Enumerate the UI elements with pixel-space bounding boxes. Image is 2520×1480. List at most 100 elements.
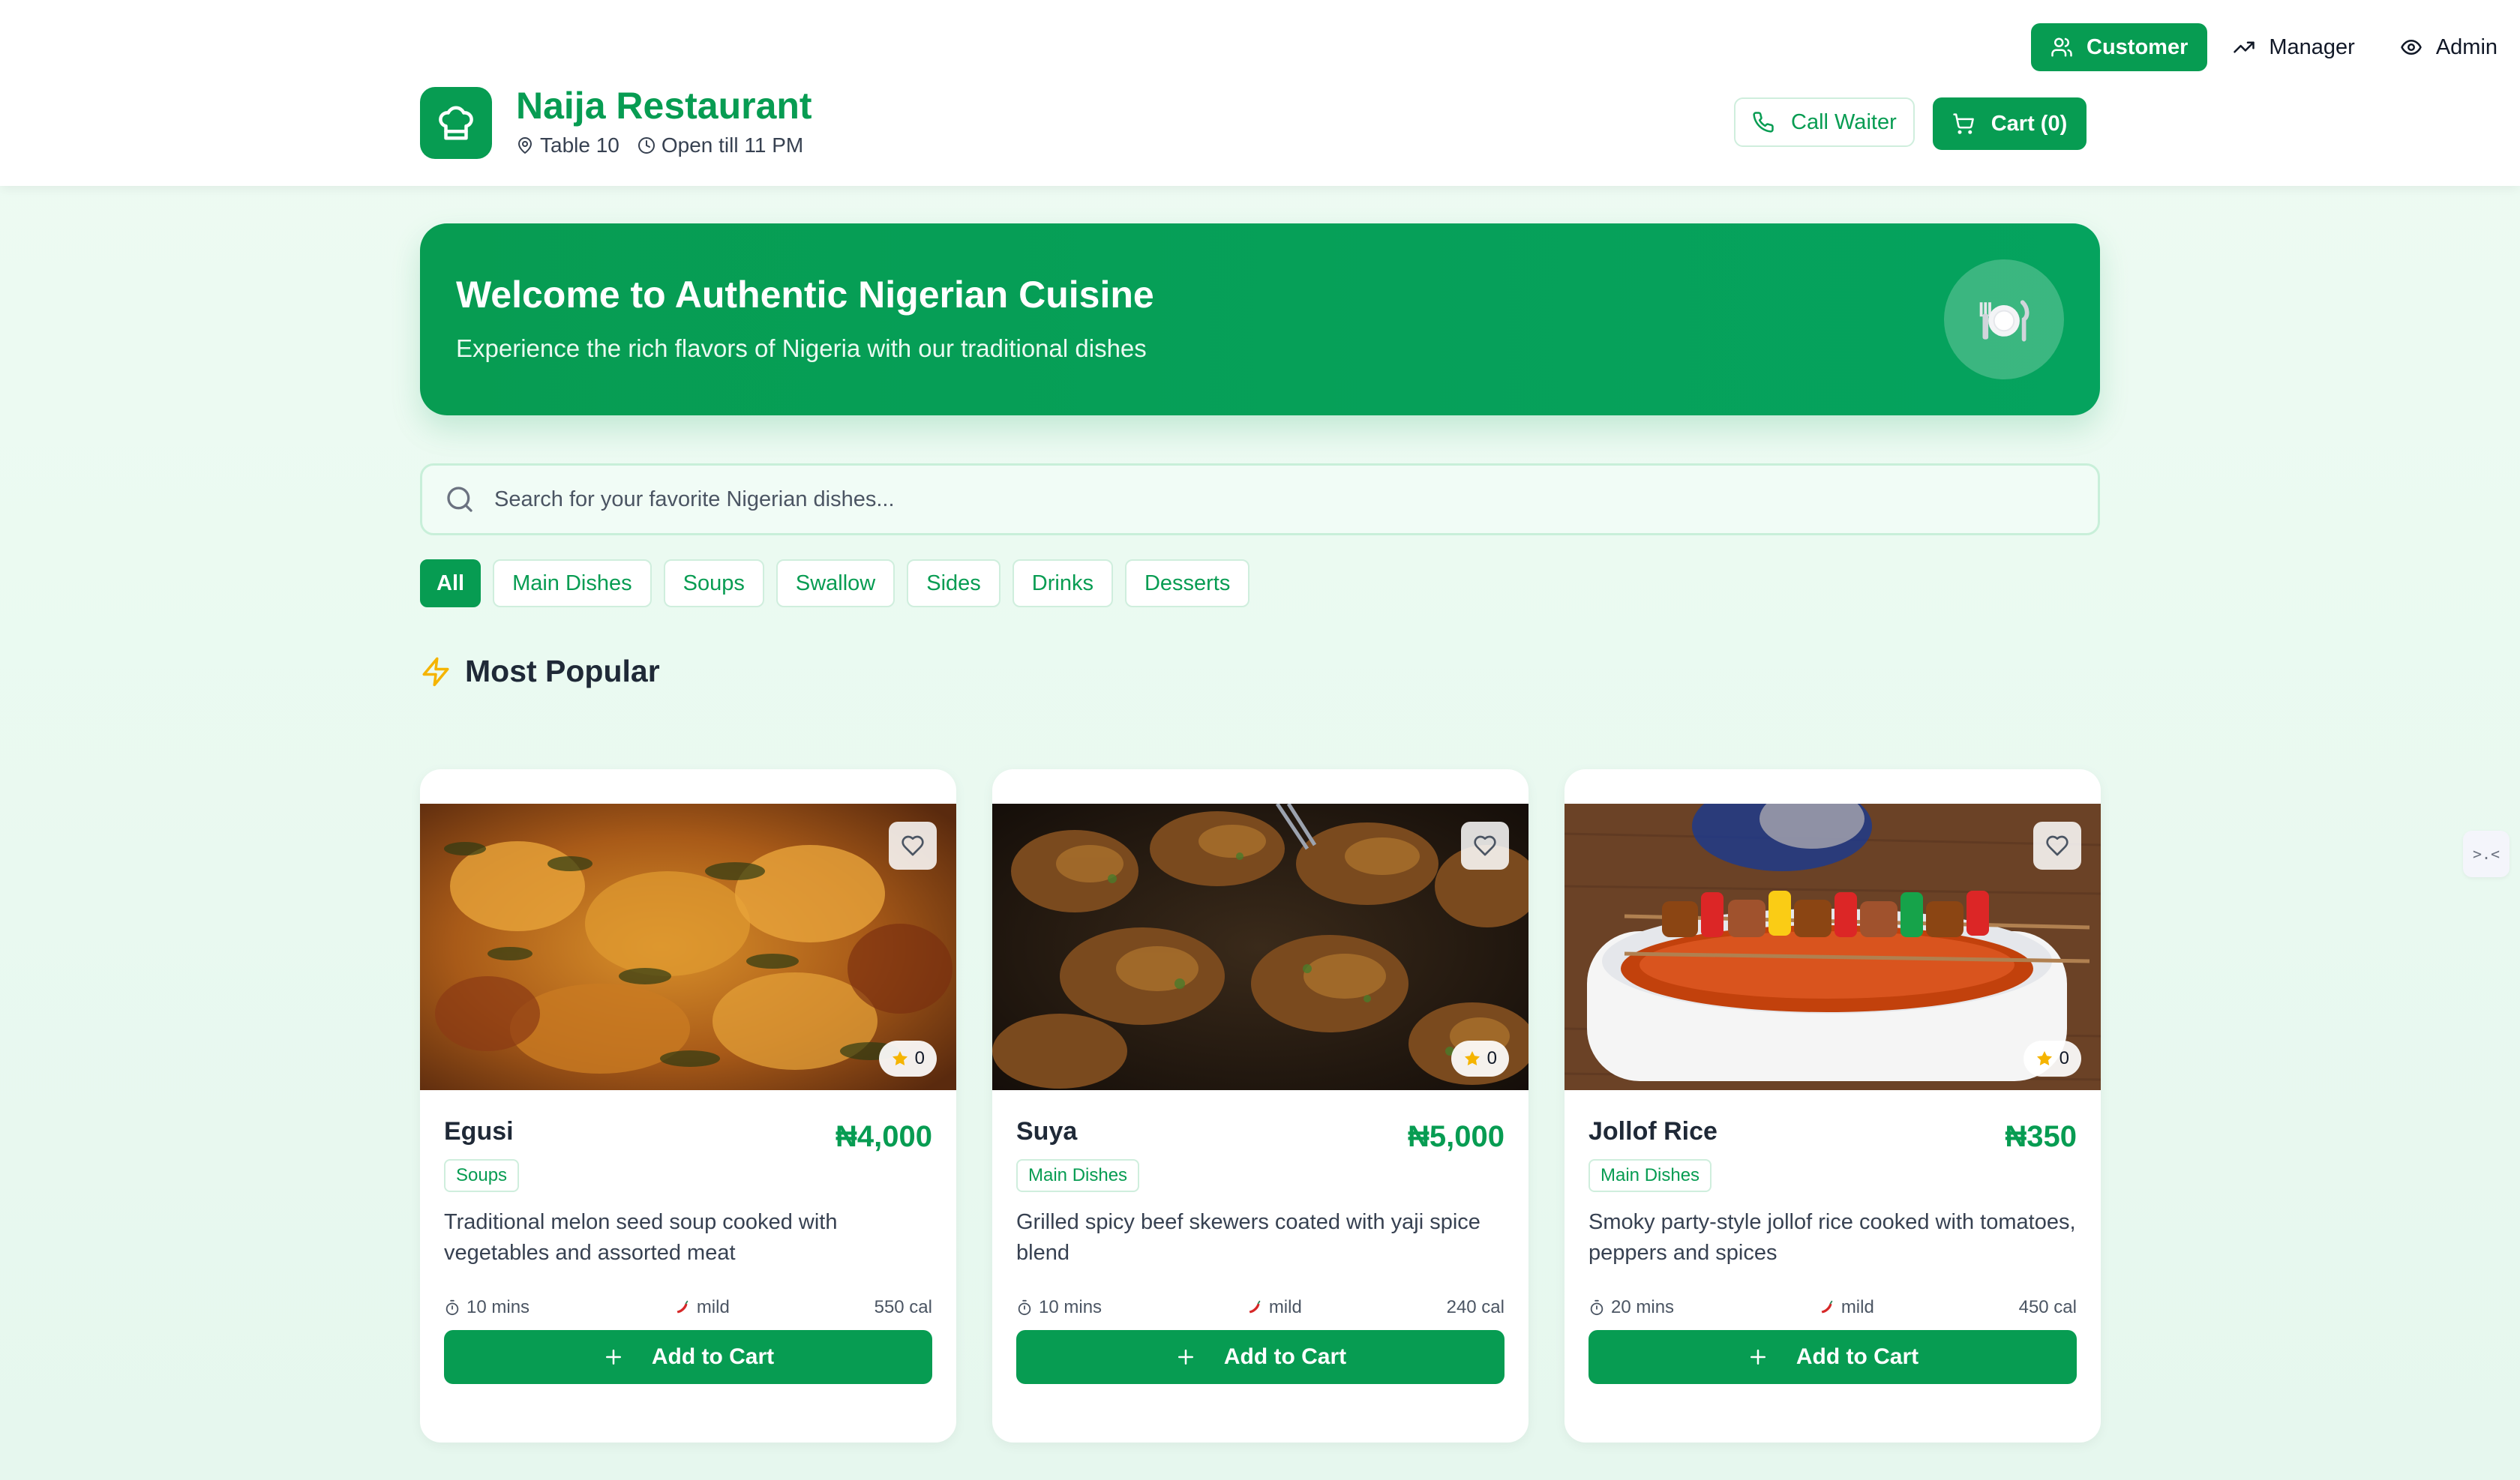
cart-button[interactable]: Cart (0) — [1932, 97, 2087, 150]
add-to-cart-button[interactable]: Add to Cart — [444, 1330, 932, 1384]
category-filter: All Main Dishes Soups Swallow Sides Drin… — [420, 559, 1250, 607]
hours-label: Open till 11 PM — [661, 133, 804, 157]
call-waiter-button[interactable]: Call Waiter — [1734, 97, 1915, 147]
category-swallow-chip[interactable]: Swallow — [776, 559, 896, 607]
hours-info: Open till 11 PM — [638, 133, 803, 157]
favorite-button[interactable] — [2033, 822, 2081, 870]
search-icon — [447, 487, 472, 512]
phone-icon — [1753, 112, 1774, 133]
add-to-cart-button[interactable]: Add to Cart — [1588, 1330, 2077, 1384]
plate-cutlery-icon — [1944, 259, 2064, 379]
dish-name: Jollof Rice — [1588, 1117, 1718, 1146]
star-icon — [1464, 1051, 1480, 1066]
dish-card-suya: 0 Suya ₦5,000 Main Dishes Grilled spicy … — [992, 769, 1528, 1443]
role-admin-button[interactable]: Admin — [2380, 23, 2518, 71]
dish-card-jollof-rice: 0 Jollof Rice ₦350 Main Dishes Smoky par… — [1564, 769, 2101, 1443]
calories: 450 cal — [2018, 1297, 2077, 1317]
plus-icon — [1750, 1350, 1766, 1365]
cart-label: Cart (0) — [1990, 111, 2068, 136]
category-drinks-chip[interactable]: Drinks — [1012, 559, 1113, 607]
rating-value: 0 — [1486, 1048, 1497, 1068]
star-icon — [2036, 1051, 2052, 1066]
table-label: Table 10 — [540, 133, 620, 157]
dish-category-tag: Main Dishes — [1588, 1159, 1712, 1192]
rating-value: 0 — [2059, 1048, 2069, 1068]
prep-time-label: 10 mins — [466, 1297, 530, 1317]
dish-description: Grilled spicy beef skewers coated with y… — [1016, 1210, 1480, 1265]
side-panel-toggle[interactable]: >.< — [2463, 831, 2510, 877]
category-all-chip[interactable]: All — [420, 559, 482, 607]
favorite-button[interactable] — [1461, 822, 1509, 870]
clock-icon — [638, 137, 655, 154]
role-manager-button[interactable]: Manager — [2213, 23, 2374, 71]
dish-description: Traditional melon seed soup cooked with … — [444, 1210, 838, 1265]
table-info: Table 10 — [516, 133, 620, 157]
prep-time: 10 mins — [444, 1297, 530, 1318]
hero-subtitle: Experience the rich flavors of Nigeria w… — [456, 334, 1147, 362]
eye-icon — [2401, 40, 2422, 55]
category-main-dishes-chip[interactable]: Main Dishes — [493, 559, 652, 607]
restaurant-name: Naija Restaurant — [516, 85, 812, 127]
search-bar[interactable] — [420, 463, 2100, 535]
plus-icon — [1178, 1350, 1193, 1365]
rating-value: 0 — [914, 1048, 925, 1068]
spice-level: mild — [674, 1297, 730, 1318]
add-to-cart-button[interactable]: Add to Cart — [1016, 1330, 1504, 1384]
rating-badge: 0 — [1450, 1041, 1509, 1077]
heart-icon — [902, 835, 924, 856]
dish-meta: 10 mins mild 240 cal — [1016, 1297, 1504, 1318]
category-desserts-chip[interactable]: Desserts — [1124, 559, 1250, 607]
search-input[interactable] — [494, 487, 1994, 512]
rating-badge: 0 — [2023, 1041, 2081, 1077]
shopping-cart-icon — [1953, 113, 1974, 134]
prep-time-label: 10 mins — [1039, 1297, 1102, 1317]
rating-badge: 0 — [878, 1041, 937, 1077]
add-to-cart-label: Add to Cart — [651, 1344, 775, 1369]
prep-time: 20 mins — [1588, 1297, 1674, 1318]
prep-time: 10 mins — [1016, 1297, 1102, 1318]
dish-meta: 20 mins mild 450 cal — [1588, 1297, 2077, 1318]
spice-level-label: mild — [696, 1297, 730, 1317]
add-to-cart-label: Add to Cart — [1796, 1344, 1919, 1369]
dish-price: ₦4,000 — [836, 1120, 932, 1153]
category-soups-chip[interactable]: Soups — [663, 559, 764, 607]
users-icon — [2051, 37, 2072, 57]
dish-name: Egusi — [444, 1117, 514, 1146]
dish-image-egusi — [420, 804, 956, 1090]
spice-level: mild — [1246, 1297, 1302, 1318]
favorite-button[interactable] — [889, 822, 937, 870]
lightning-icon — [422, 657, 449, 686]
heart-icon — [1474, 835, 1496, 856]
trending-up-icon — [2234, 41, 2255, 53]
category-sides-chip[interactable]: Sides — [907, 559, 1000, 607]
call-waiter-label: Call Waiter — [1791, 109, 1897, 134]
most-popular-heading: Most Popular — [420, 654, 660, 689]
map-pin-icon — [518, 137, 532, 154]
timer-icon — [1018, 1299, 1031, 1316]
dish-price: ₦5,000 — [1408, 1120, 1504, 1153]
timer-icon — [446, 1299, 459, 1316]
role-admin-label: Admin — [2435, 34, 2498, 59]
calories: 550 cal — [874, 1297, 932, 1317]
plus-icon — [605, 1350, 621, 1365]
timer-icon — [1590, 1299, 1604, 1316]
spice-level-label: mild — [1268, 1297, 1302, 1317]
dish-image-jollof-rice — [1564, 804, 2101, 1090]
role-customer-button[interactable]: Customer — [2031, 23, 2208, 71]
spice-level: mild — [1819, 1297, 1874, 1318]
dish-category-tag: Main Dishes — [1016, 1159, 1140, 1192]
dish-name: Suya — [1016, 1117, 1078, 1146]
spice-level-label: mild — [1840, 1297, 1874, 1317]
code-toggle-icon: >.< — [2472, 845, 2500, 863]
welcome-banner: Welcome to Authentic Nigerian Cuisine Ex… — [420, 223, 2100, 415]
chili-pepper-icon — [676, 1300, 688, 1314]
role-switcher: Customer Manager Admin — [2031, 23, 2518, 71]
add-to-cart-label: Add to Cart — [1223, 1344, 1347, 1369]
calories: 240 cal — [1446, 1297, 1504, 1317]
dish-meta: 10 mins mild 550 cal — [444, 1297, 932, 1318]
star-icon — [892, 1051, 908, 1066]
heart-icon — [2046, 835, 2068, 856]
dish-category-tag: Soups — [444, 1159, 520, 1192]
role-manager-label: Manager — [2269, 34, 2355, 59]
dish-card-list: 0 Egusi ₦4,000 Soups Traditional melon s… — [420, 769, 2101, 1443]
